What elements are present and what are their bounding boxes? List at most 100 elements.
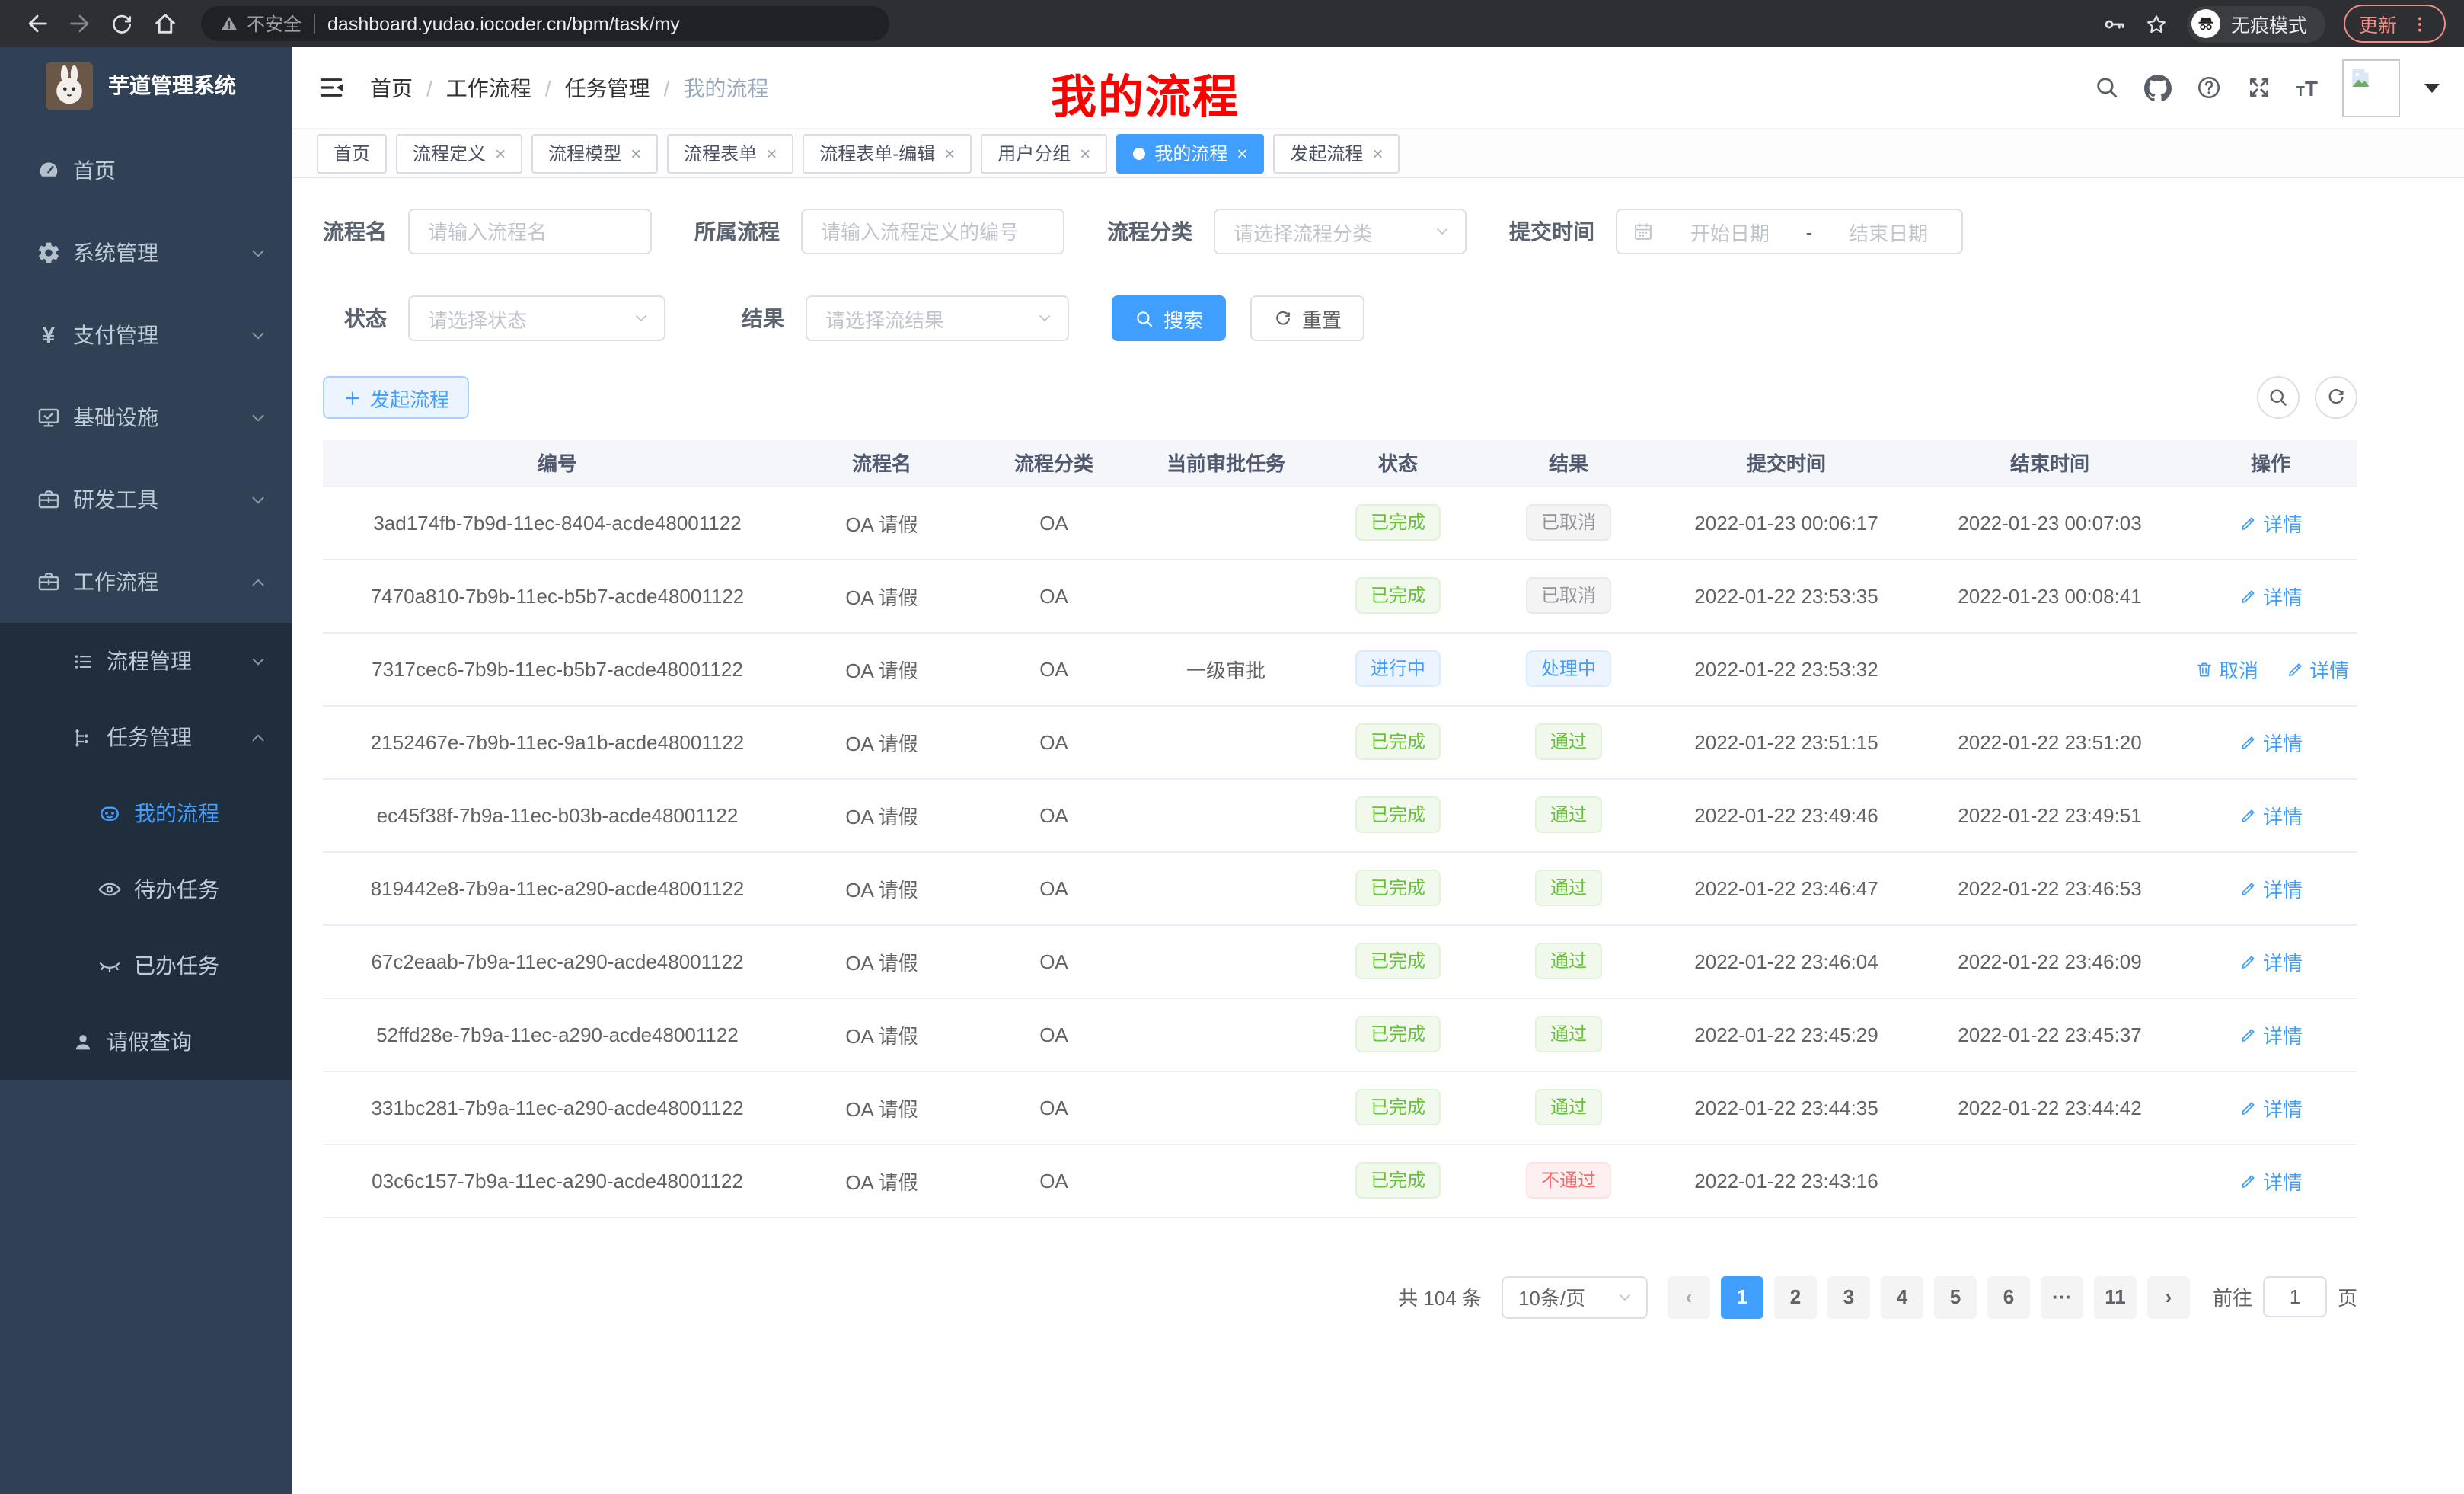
user-icon — [70, 1030, 94, 1054]
reset-button[interactable]: 重置 — [1250, 295, 1364, 341]
detail-link[interactable]: 详情 — [2239, 800, 2303, 829]
sidebar-fold-icon[interactable] — [317, 73, 346, 102]
close-icon[interactable]: × — [766, 142, 777, 164]
close-icon[interactable]: × — [944, 142, 955, 164]
page-button-2[interactable]: 2 — [1774, 1275, 1817, 1318]
workflow-submenu: 流程管理 任务管理 我的流程 待办任务 — [0, 623, 292, 1080]
result-select[interactable]: 请选择流结果 — [806, 295, 1069, 341]
process-name-input[interactable] — [408, 209, 652, 254]
process-category-select[interactable]: 请选择流程分类 — [1214, 209, 1467, 254]
detail-link[interactable]: 详情 — [2239, 1093, 2303, 1122]
pagination: 共 104 条 10条/页 ‹ 1 2 3 4 5 6 ··· 11 › — [323, 1275, 2357, 1318]
incognito-icon — [2191, 9, 2220, 38]
start-process-button[interactable]: 发起流程 — [323, 376, 469, 419]
detail-link[interactable]: 详情 — [2239, 873, 2303, 902]
show-search-button[interactable] — [2257, 376, 2300, 419]
browser-home-button[interactable] — [146, 5, 183, 42]
sidebar-item-home[interactable]: 首页 — [0, 129, 292, 212]
table-row: 3ad174fb-7b9d-11ec-8404-acde48001122OA 请… — [323, 486, 2357, 559]
red-annotation-title: 我的流程 — [1051, 59, 1240, 126]
next-page-button[interactable]: › — [2147, 1275, 2190, 1318]
sidebar-item-my-process[interactable]: 我的流程 — [0, 775, 292, 851]
breadcrumb-workflow[interactable]: 工作流程 — [446, 72, 531, 103]
browser-forward-button[interactable] — [61, 5, 97, 42]
close-icon[interactable]: × — [630, 142, 641, 164]
page-button-4[interactable]: 4 — [1881, 1275, 1923, 1318]
help-icon[interactable] — [2196, 75, 2222, 101]
close-icon[interactable]: × — [1080, 142, 1090, 164]
browser-reload-button[interactable] — [104, 5, 140, 42]
goto-page-input[interactable] — [2263, 1276, 2327, 1317]
close-icon[interactable]: × — [1372, 142, 1383, 164]
detail-link[interactable]: 详情 — [2239, 581, 2303, 610]
tab-start-process[interactable]: 发起流程× — [1273, 133, 1400, 173]
bookmark-star-icon[interactable] — [2144, 11, 2169, 36]
close-icon[interactable]: × — [495, 142, 506, 164]
password-key-icon[interactable] — [2102, 11, 2126, 36]
browser-update-button[interactable]: 更新 — [2344, 5, 2446, 43]
avatar-caret-icon[interactable] — [2424, 83, 2440, 92]
sidebar-item-leave-query[interactable]: 请假查询 — [0, 1004, 292, 1080]
incognito-indicator[interactable]: 无痕模式 — [2187, 5, 2325, 42]
tab-process-definition[interactable]: 流程定义× — [396, 133, 522, 173]
logo-image — [46, 62, 93, 109]
detail-link[interactable]: 详情 — [2239, 727, 2303, 756]
app-logo[interactable]: 芋道管理系统 — [0, 47, 292, 123]
table-row: ec45f38f-7b9a-11ec-b03b-acde48001122OA 请… — [323, 778, 2357, 851]
detail-link[interactable]: 详情 — [2239, 1020, 2303, 1049]
sidebar-item-workflow[interactable]: 工作流程 — [0, 541, 292, 623]
page-button-11[interactable]: 11 — [2094, 1275, 2137, 1318]
page-button-1[interactable]: 1 — [1721, 1275, 1763, 1318]
tab-process-model[interactable]: 流程模型× — [531, 133, 658, 173]
tab-user-group[interactable]: 用户分组× — [981, 133, 1107, 173]
fullscreen-icon[interactable] — [2246, 75, 2272, 101]
url-text: dashboard.yudao.iocoder.cn/bpm/task/my — [327, 13, 680, 34]
page-button-6[interactable]: 6 — [1987, 1275, 2030, 1318]
sidebar-item-process-mgmt[interactable]: 流程管理 — [0, 623, 292, 699]
status-select[interactable]: 请选择状态 — [408, 295, 665, 341]
sidebar-item-todo-task[interactable]: 待办任务 — [0, 851, 292, 927]
sidebar-item-payment[interactable]: ¥ 支付管理 — [0, 294, 292, 376]
current-task-link[interactable]: 一级审批 — [1136, 632, 1316, 705]
search-button[interactable]: 搜索 — [1112, 295, 1226, 341]
process-definition-input[interactable] — [801, 209, 1064, 254]
cancel-link[interactable]: 取消 — [2194, 654, 2258, 683]
detail-link[interactable]: 详情 — [2239, 508, 2303, 537]
status-badge: 已完成 — [1355, 796, 1441, 833]
page-button-3[interactable]: 3 — [1827, 1275, 1870, 1318]
breadcrumb-home[interactable]: 首页 — [370, 72, 413, 103]
breadcrumb-task-mgmt[interactable]: 任务管理 — [565, 72, 650, 103]
trash-icon — [2194, 659, 2214, 678]
sidebar-item-system[interactable]: 系统管理 — [0, 212, 292, 294]
detail-link[interactable]: 详情 — [2239, 1166, 2303, 1195]
browser-back-button[interactable] — [18, 5, 55, 42]
sidebar-item-devtools[interactable]: 研发工具 — [0, 458, 292, 541]
github-icon[interactable] — [2144, 74, 2172, 101]
detail-link[interactable]: 详情 — [2285, 654, 2349, 683]
pen-icon — [2239, 805, 2258, 825]
close-icon[interactable]: × — [1237, 142, 1247, 164]
security-indicator[interactable]: 不安全 — [219, 11, 302, 37]
omnibox-divider — [314, 14, 315, 34]
chevron-up-icon — [248, 727, 268, 747]
more-pages-button[interactable]: ··· — [2041, 1275, 2083, 1318]
tab-my-process[interactable]: 我的流程× — [1116, 133, 1264, 173]
tab-process-form-edit[interactable]: 流程表单-编辑× — [803, 133, 972, 173]
refresh-table-button[interactable] — [2315, 376, 2357, 419]
header-search-icon[interactable] — [2094, 75, 2120, 101]
page-button-5[interactable]: 5 — [1934, 1275, 1977, 1318]
detail-link[interactable]: 详情 — [2239, 947, 2303, 975]
sidebar-item-task-mgmt[interactable]: 任务管理 — [0, 699, 292, 775]
tab-home[interactable]: 首页 — [317, 133, 387, 173]
table-row: 331bc281-7b9a-11ec-a290-acde48001122OA 请… — [323, 1071, 2357, 1144]
address-bar[interactable]: 不安全 dashboard.yudao.iocoder.cn/bpm/task/… — [201, 6, 889, 41]
tab-process-form[interactable]: 流程表单× — [667, 133, 793, 173]
avatar[interactable] — [2342, 59, 2400, 117]
prev-page-button[interactable]: ‹ — [1668, 1275, 1710, 1318]
page-size-select[interactable]: 10条/页 — [1502, 1275, 1648, 1318]
font-size-icon[interactable]: TT — [2296, 77, 2318, 98]
sidebar-item-infra[interactable]: 基础设施 — [0, 376, 292, 458]
result-badge: 通过 — [1535, 870, 1602, 906]
sidebar-item-done-task[interactable]: 已办任务 — [0, 927, 292, 1004]
submit-time-range-picker[interactable]: 开始日期 - 结束日期 — [1616, 209, 1963, 254]
